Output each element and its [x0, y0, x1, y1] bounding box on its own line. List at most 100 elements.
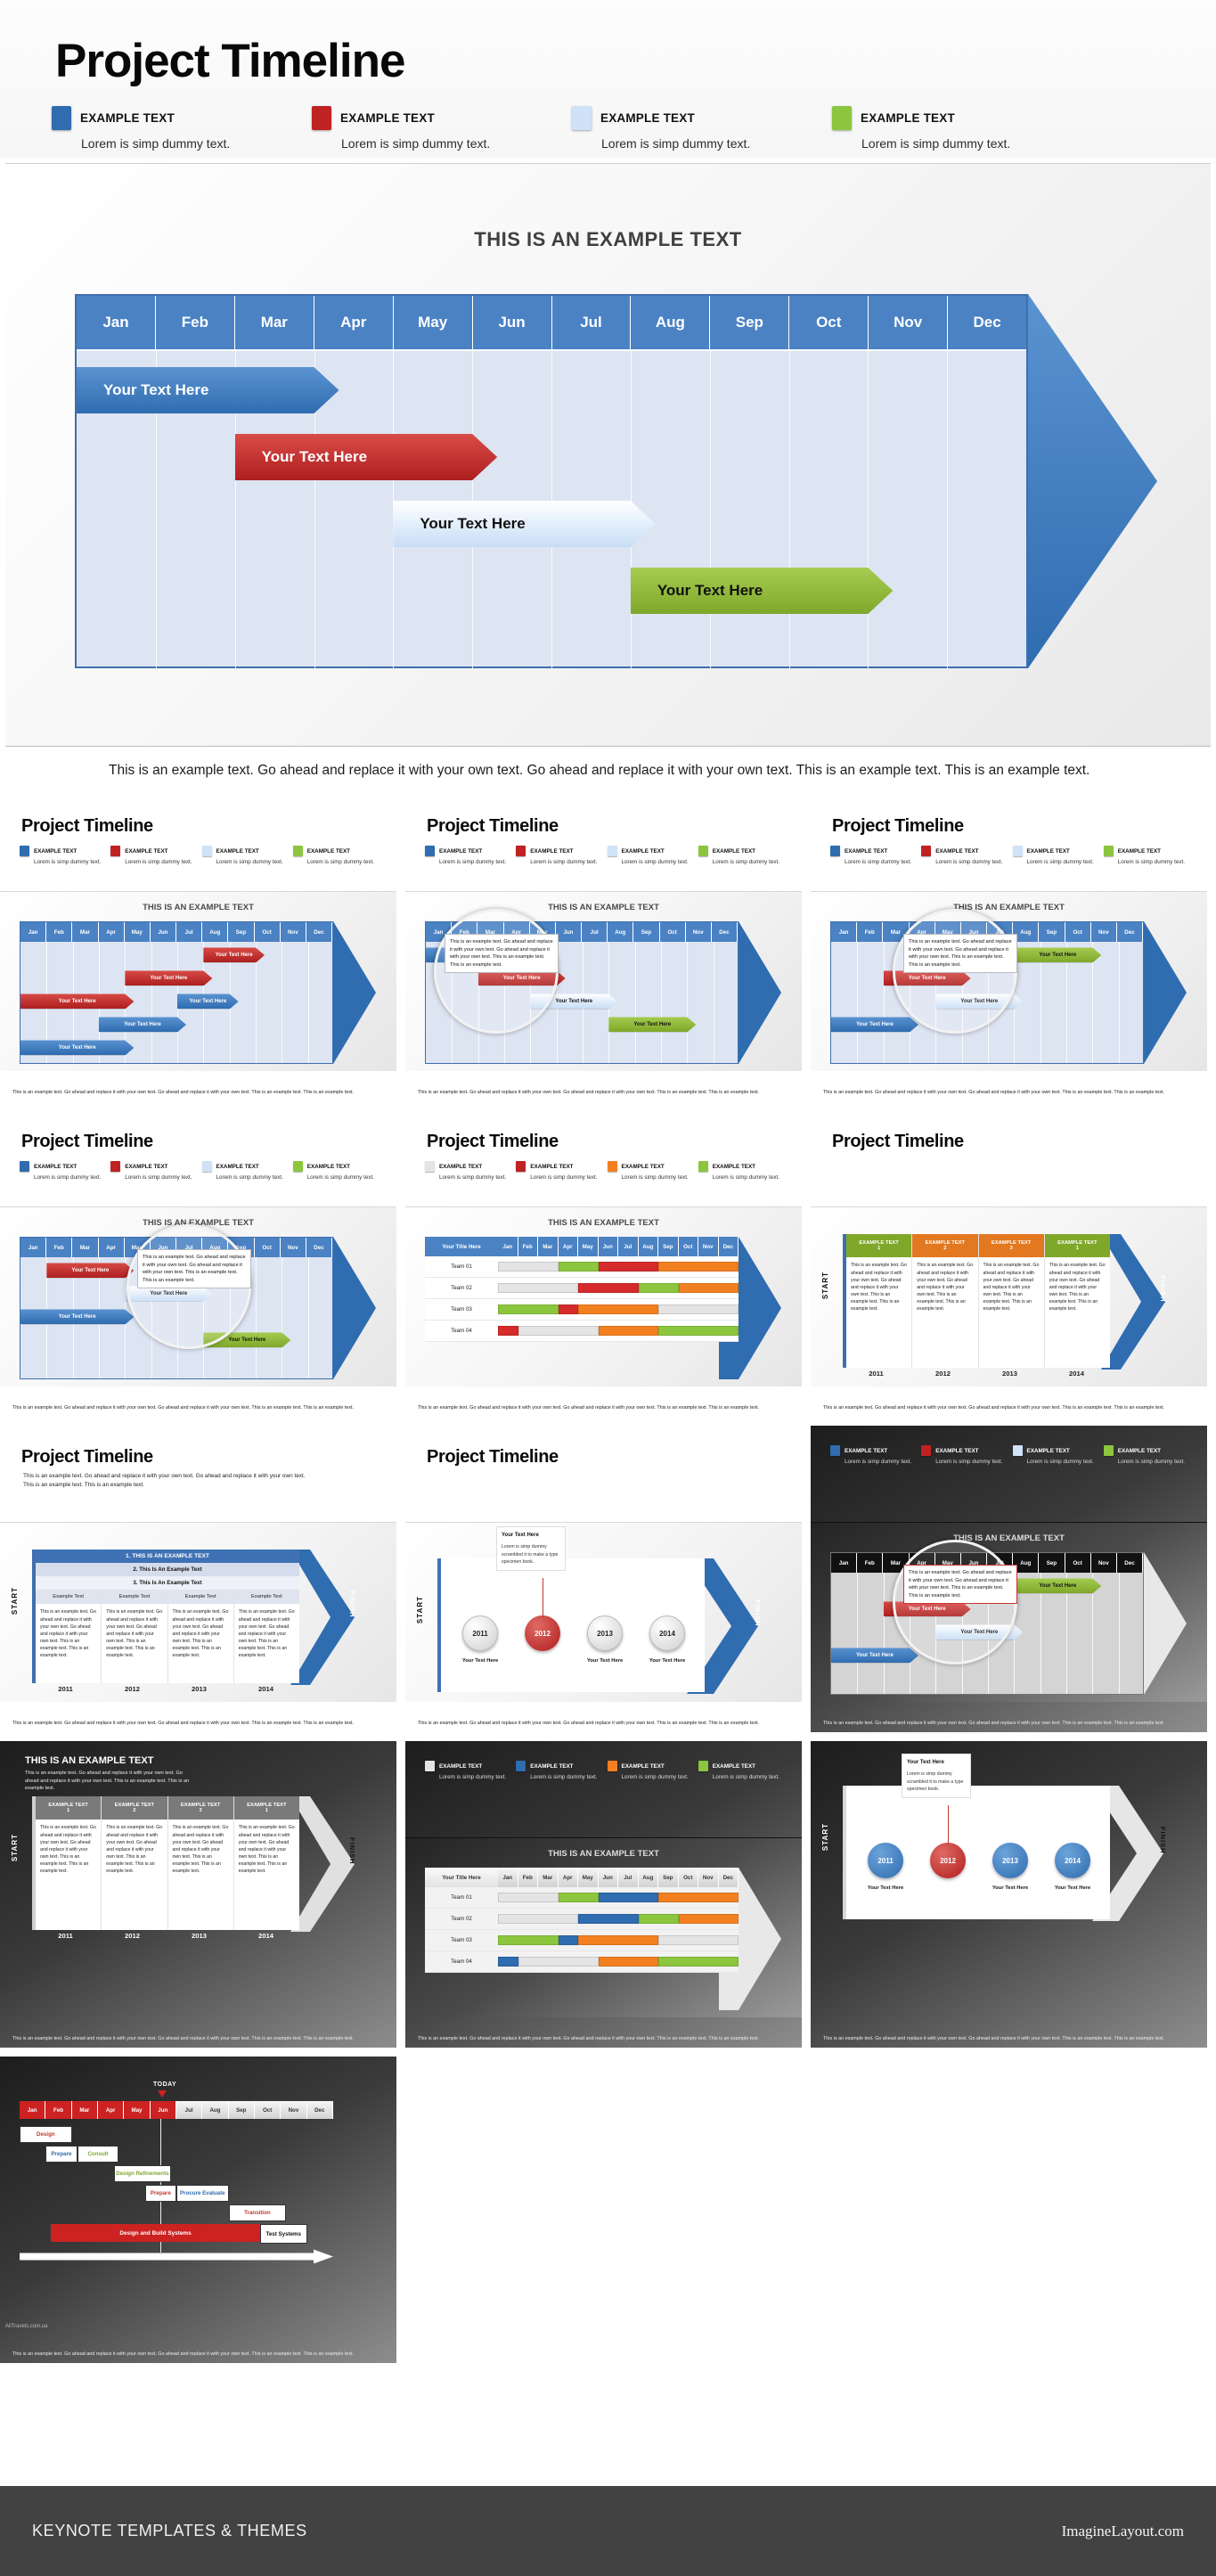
milestone-circle[interactable]: 2014 [1055, 1843, 1090, 1879]
thumbnail-slide[interactable]: START FINISH 2011 Your Text Here 2012 2013 You… [811, 1741, 1216, 2057]
timeline-bar: Your Text Here [46, 1263, 134, 1278]
thumbnail-slide[interactable]: EXAMPLE TEXT Lorem is simp dummy text. EXA… [811, 1426, 1216, 1742]
thumbnail-title: Project Timeline [21, 816, 153, 837]
long-task-bar[interactable]: Design and Build Systems [51, 2224, 260, 2243]
month-cell: May [124, 2101, 151, 2120]
milestone-circle[interactable]: 2012 [930, 1843, 966, 1879]
thumbnail-slide[interactable]: Project Timeline EXAMPLE TEXT Lorem is sim… [0, 795, 405, 1111]
thumb-legend-header: EXAMPLE TEXT [516, 1761, 607, 1772]
legend-swatch-icon [20, 846, 29, 857]
thumb-legend-sublabel: Lorem is simp dummy text. [935, 859, 1003, 866]
thumb-legend-header: EXAMPLE TEXT [20, 846, 110, 857]
column-body-text: This is an example text. Go ahead and re… [172, 1609, 229, 1658]
legend-swatch-icon [607, 846, 617, 857]
task-block[interactable]: Consult [77, 2146, 119, 2163]
milestone-circle[interactable]: 2011 [868, 1843, 903, 1879]
end-task-block[interactable]: Test Systems [259, 2224, 307, 2245]
thumb-legend-label: EXAMPLE TEXT [845, 847, 888, 855]
legend-item-sublabel: Lorem is simp dummy text. [861, 136, 1011, 151]
month-cell: Jul [618, 1237, 639, 1257]
thumbnail-slide[interactable]: Project Timeline EXAMPLE TEXT Lorem is sim… [405, 1110, 811, 1427]
milestone-circle[interactable]: 2014 [649, 1615, 685, 1652]
month-cell: Feb [46, 1238, 73, 1258]
timeline-bar-label: Your Text Here [58, 1044, 96, 1051]
thumbnail-slide[interactable]: Project Timeline START FINISH EXAMPLE TEXT 1… [811, 1110, 1216, 1427]
task-block[interactable]: Prepare [45, 2146, 78, 2163]
gantt-segment [498, 1282, 578, 1293]
main-slide: THIS IS AN EXAMPLE TEXT Jan Feb Mar Apr May J… [5, 163, 1211, 747]
task-block[interactable]: Design [20, 2126, 72, 2144]
month-cell: Aug [631, 296, 711, 351]
thumbnail-slide[interactable]: THIS IS AN EXAMPLE TEXT This is an exampl… [0, 1741, 405, 2057]
thumb-legend-sublabel: Lorem is simp dummy text. [1026, 859, 1094, 866]
thumbnail-slide[interactable]: Project Timeline This is an example text.… [0, 1426, 405, 1742]
timeline-bar-label: Your Text Here [58, 1313, 96, 1320]
startfinish-column: Example Text This is an example text. Go … [233, 1590, 299, 1683]
lane-divider [256, 1257, 257, 1379]
gantt-row: Team 04 [425, 1951, 739, 1974]
thumb-legend-header: EXAMPLE TEXT [110, 1161, 201, 1173]
legend-swatch-icon [607, 1761, 617, 1772]
milestone-circle[interactable]: 2011 [462, 1615, 498, 1652]
thumbnail-slide[interactable]: Project Timeline EXAMPLE TEXT Lorem is sim… [405, 795, 811, 1111]
thumb-legend-header: EXAMPLE TEXT [607, 1761, 698, 1772]
thumbnail-stage: THIS IS AN EXAMPLE TEXT Jan Feb Mar Apr May Ju… [811, 891, 1207, 1072]
task-block[interactable]: Procure Evaluate [176, 2185, 229, 2203]
task-block[interactable]: Design Refinements [113, 2165, 172, 2183]
lane-divider [947, 351, 949, 668]
start-label: START [416, 1596, 424, 1624]
thumb-legend-header: EXAMPLE TEXT [607, 1161, 698, 1173]
gantt-row-label: Team 04 [451, 1328, 472, 1335]
timeline-bar: Your Text Here [1014, 1578, 1101, 1593]
thumb-legend-sublabel: Lorem is simp dummy text. [34, 859, 102, 866]
gantt-corner-label: Your Title Here [425, 1868, 498, 1888]
lane-divider [868, 351, 869, 668]
thumbnail-stage: START FINISH 2011 Your Text Here 2012 2013 You… [405, 1522, 802, 1703]
thumbnail-slide[interactable]: Project Timeline EXAMPLE TEXT Lorem is sim… [0, 1110, 405, 1427]
month-cell: Mar [72, 922, 99, 943]
month-cell: Aug [202, 2101, 229, 2120]
thumb-legend-item: EXAMPLE TEXT Lorem is simp dummy text. [921, 846, 1012, 865]
month-cell: Feb [155, 296, 235, 351]
thumbnail-stage: THIS IS AN EXAMPLE TEXT Jan Feb Mar Apr May Ju… [0, 891, 396, 1072]
month-header-row: Jan Feb Mar Apr May Jun Jul Aug Sep Oct Nov Dec [77, 296, 1027, 351]
thumbnail-footer-text: This is an example text. Go ahead and re… [12, 1089, 355, 1095]
month-cell: Apr [97, 2101, 125, 2120]
thumbnail-slide[interactable]: Project Timeline START FINISH 2011 Your Text… [405, 1426, 811, 1742]
gantt-row-track [498, 1887, 739, 1909]
year-row: 2011 2012 2013 2014 [32, 1932, 299, 1940]
task-block[interactable]: Prepare [144, 2185, 176, 2203]
year-row: 2011 2012 2013 2014 [843, 1370, 1110, 1378]
task-block[interactable]: Transition [228, 2204, 287, 2222]
column-header: EXAMPLE TEXT 2 [102, 1796, 167, 1820]
month-cell: Dec [718, 1237, 739, 1257]
startfinish-diagram: START FINISH 1. THIS IS AN EXAMPLE TEXT 2. … [11, 1550, 356, 1693]
month-cell: Nov [685, 922, 712, 943]
legend-swatch-icon [921, 1445, 932, 1457]
gantt-segment [578, 1282, 639, 1293]
thumb-legend-item: EXAMPLE TEXT Lorem is simp dummy text. [292, 846, 384, 865]
milestone-circle[interactable]: 2013 [587, 1615, 623, 1652]
milestone-circle[interactable]: 2012 [525, 1615, 560, 1652]
thumb-legend: EXAMPLE TEXT Lorem is simp dummy text. EXA… [830, 1445, 1195, 1465]
year-label: 2013 [192, 1932, 207, 1941]
timeline-bar: Your Text Here [235, 434, 498, 480]
timeline-bar-label: Your Text Here [261, 448, 368, 465]
thumbnail-slide[interactable]: Project Timeline EXAMPLE TEXT Lorem is sim… [811, 795, 1216, 1111]
thumbnail-slide[interactable]: EXAMPLE TEXT Lorem is simp dummy text. EXA… [405, 1741, 811, 2057]
column-header-label: EXAMPLE TEXT [247, 1802, 287, 1808]
thumbnail-footer-text: This is an example text. Go ahead and re… [823, 2035, 1165, 2041]
month-cell: Nov [1090, 922, 1117, 943]
legend-swatch-icon [698, 1161, 708, 1173]
month-cell: May [578, 1237, 599, 1257]
startfinish-columns: Example Text This is an example text. Go … [36, 1590, 299, 1684]
milestone-label: Your Text Here [586, 1658, 624, 1664]
milestone-circle[interactable]: 2013 [992, 1843, 1028, 1879]
thumb-legend-item: EXAMPLE TEXT Lorem is simp dummy text. [607, 1161, 698, 1181]
thumb-legend-sublabel: Lorem is simp dummy text. [712, 1174, 779, 1182]
thumbnail-slide[interactable]: TODAY Jan Feb Mar Apr May Jun Jul Aug Sep Oct Nov De… [0, 2057, 405, 2373]
column-header: EXAMPLE TEXT 1 [1044, 1234, 1110, 1258]
column-header-number: 2 [133, 1808, 136, 1814]
page-title: Project Timeline [55, 35, 405, 87]
lane-divider [151, 942, 152, 1064]
